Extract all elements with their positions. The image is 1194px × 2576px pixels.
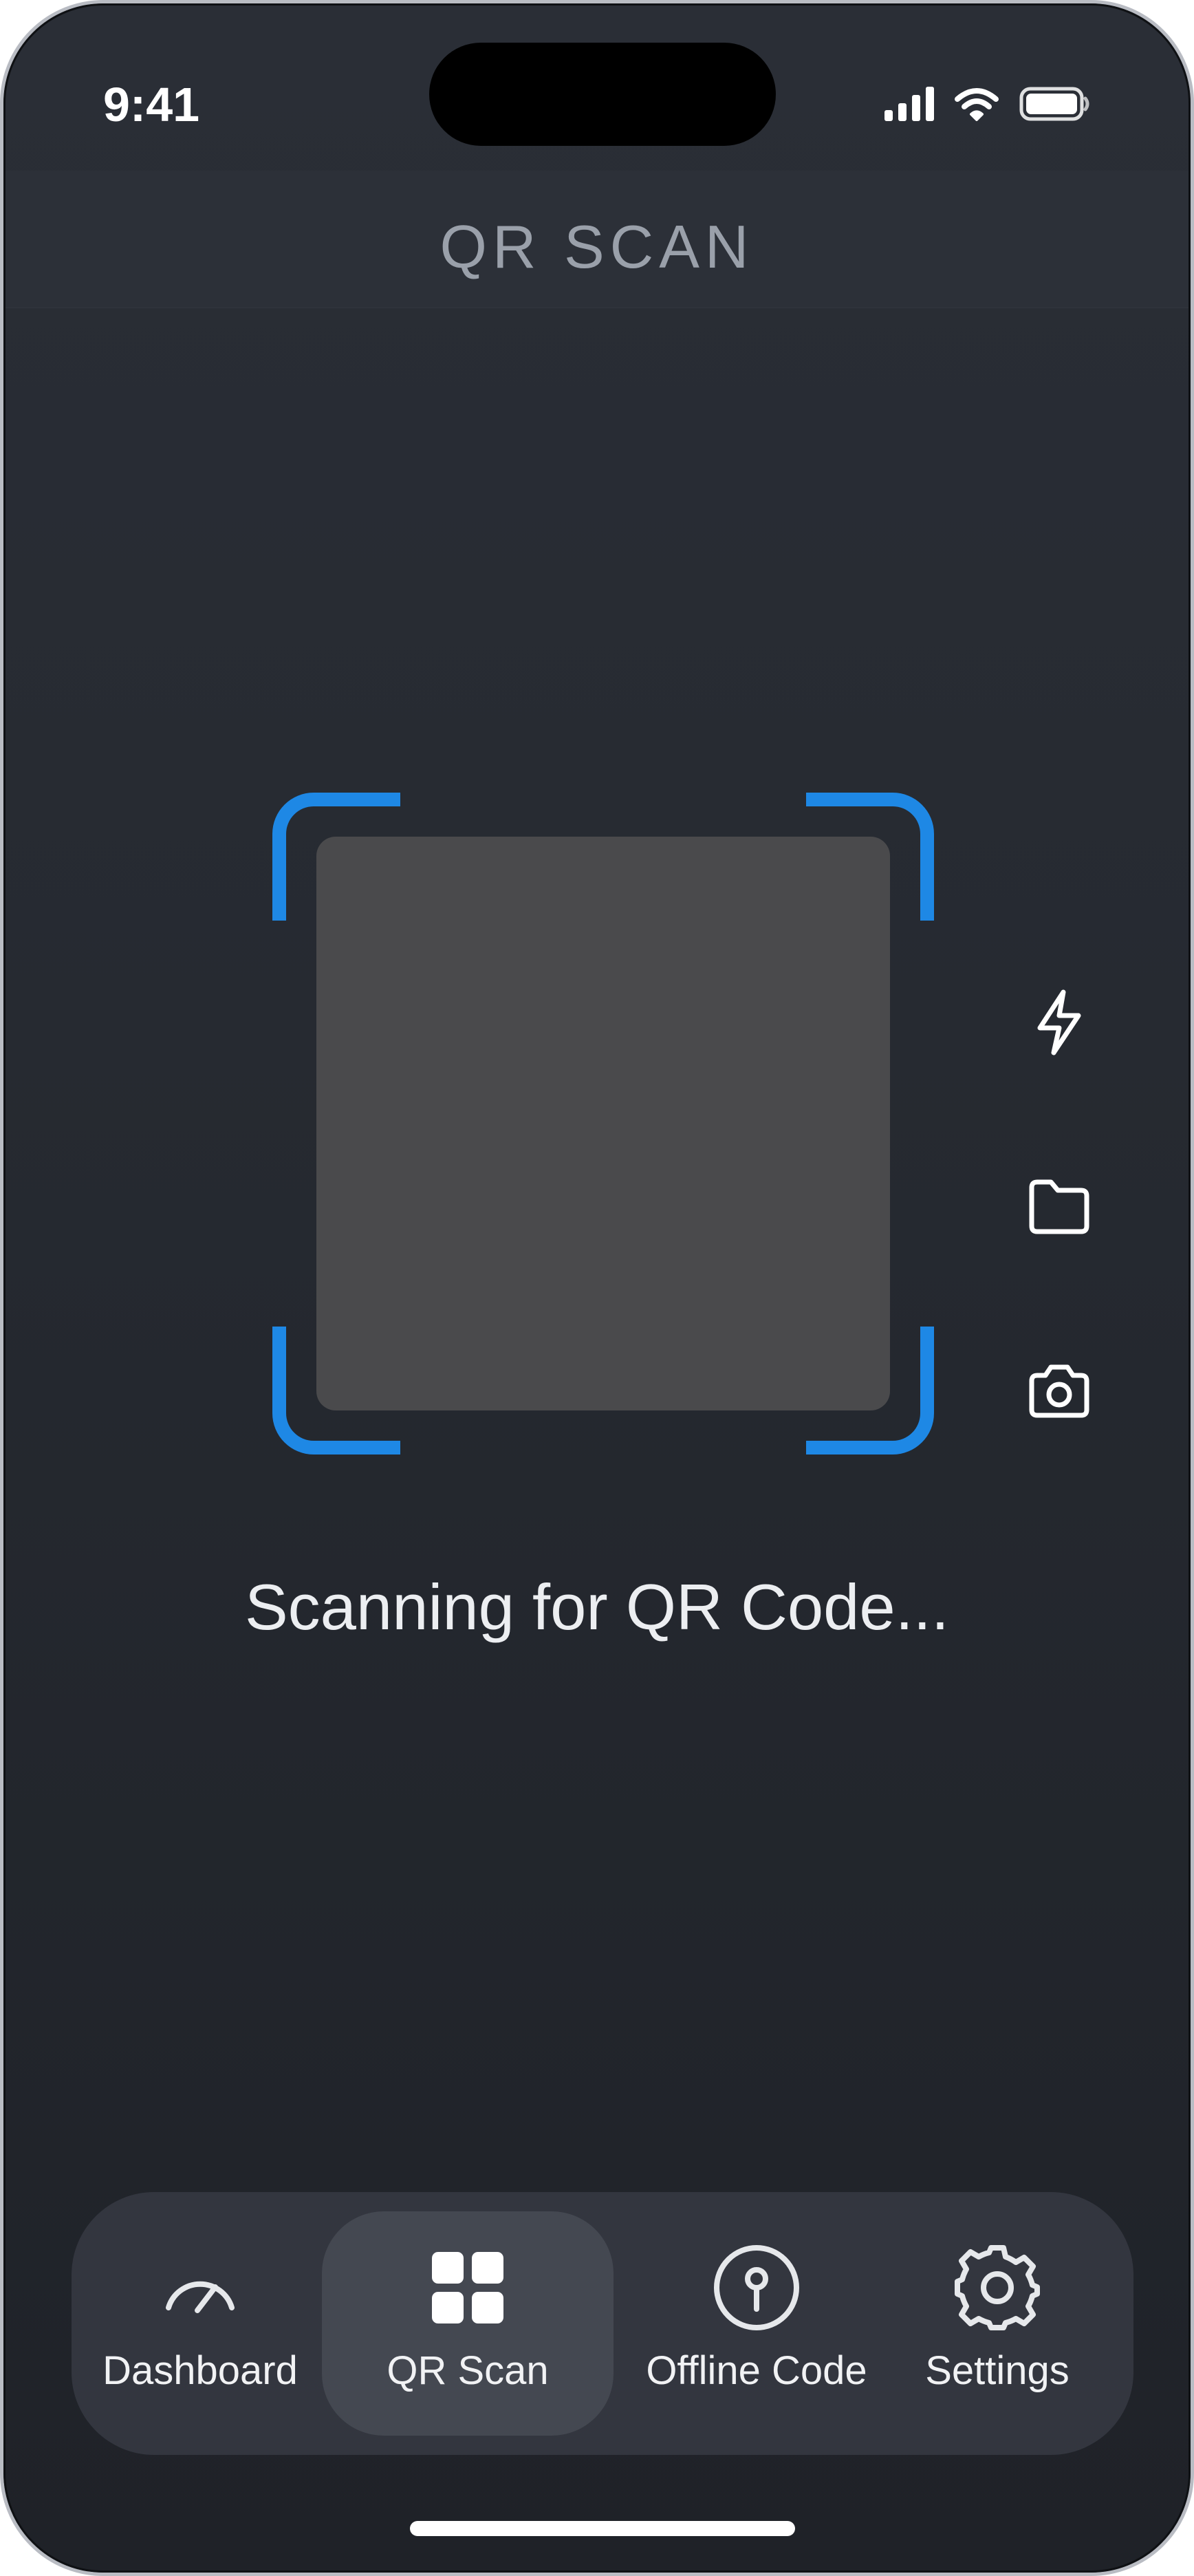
camera-button[interactable] — [1019, 1351, 1099, 1431]
phone-frame: 9:41 QR SCAN Scanning for QR Code... Das… — [0, 0, 1194, 2576]
folder-icon — [1029, 1179, 1089, 1234]
status-time: 9:41 — [103, 78, 200, 131]
tab-qr-scan[interactable]: QR Scan — [322, 2211, 614, 2436]
camera-viewfinder — [316, 837, 890, 1410]
grid-icon — [432, 2252, 503, 2323]
tab-label-dashboard: Dashboard — [102, 2348, 298, 2393]
wifi-icon — [955, 88, 999, 121]
tab-dashboard[interactable]: Dashboard — [100, 2211, 300, 2436]
qr-scanner — [272, 793, 934, 1455]
lightning-bolt-icon — [1037, 989, 1081, 1055]
speedometer-icon — [166, 2281, 235, 2313]
tab-offline-code[interactable]: Offline Code — [627, 2211, 886, 2436]
cellular-signal-icon — [884, 87, 934, 121]
tab-label-qr-scan: QR Scan — [387, 2348, 549, 2393]
gallery-button[interactable] — [1019, 1167, 1099, 1247]
screen: 9:41 QR SCAN Scanning for QR Code... Das… — [3, 3, 1191, 2573]
page-title: QR SCAN — [439, 213, 755, 281]
battery-icon — [1019, 87, 1089, 121]
tab-settings[interactable]: Settings — [897, 2211, 1098, 2436]
flash-button[interactable] — [1019, 983, 1099, 1062]
tab-label-offline-code: Offline Code — [646, 2348, 867, 2393]
camera-icon — [1029, 1364, 1089, 1418]
status-icons — [884, 87, 1091, 121]
tab-label-settings: Settings — [925, 2348, 1070, 2393]
bottom-tab-bar: Dashboard QR Scan Offline Code Settings — [72, 2192, 1133, 2455]
gear-icon — [955, 2245, 1040, 2330]
dynamic-island — [429, 43, 776, 146]
key-circle-icon — [714, 2245, 799, 2330]
scan-status-text: Scanning for QR Code... — [244, 1571, 950, 1643]
home-indicator[interactable] — [410, 2521, 795, 2536]
